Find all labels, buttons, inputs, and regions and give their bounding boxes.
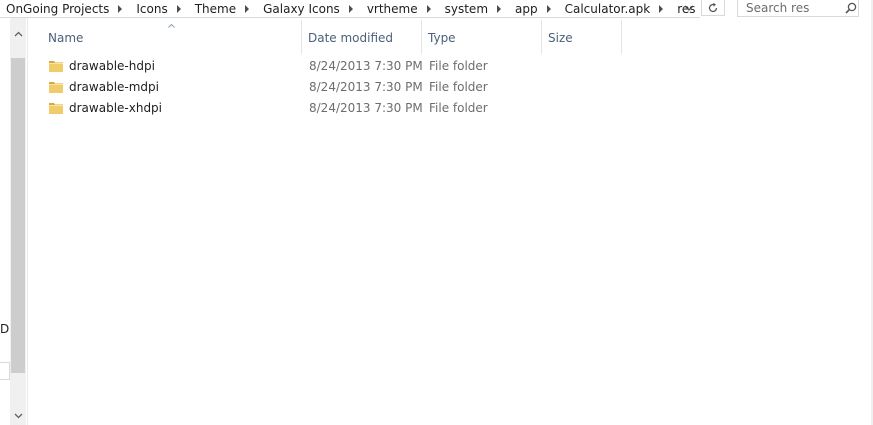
list-item[interactable]: drawable-xhdpi 8/24/2013 7:30 PM File fo… — [46, 98, 626, 119]
navigation-item-fragment[interactable]: D — [0, 322, 9, 336]
search-box[interactable] — [737, 0, 859, 17]
column-header-name[interactable]: Name — [42, 20, 302, 54]
folder-icon — [49, 103, 63, 114]
file-name[interactable]: drawable-hdpi — [69, 59, 155, 73]
breadcrumb-item[interactable]: OnGoing Projects — [0, 2, 109, 16]
breadcrumb-item[interactable]: Calculator.apk — [560, 2, 651, 16]
breadcrumb-item[interactable]: app — [510, 2, 538, 16]
breadcrumb-item[interactable]: Icons — [131, 2, 167, 16]
chevron-down-icon — [684, 5, 694, 11]
breadcrumb-separator-icon[interactable] — [426, 4, 431, 13]
navigation-item-box[interactable] — [0, 362, 10, 380]
list-item[interactable]: drawable-hdpi 8/24/2013 7:30 PM File fol… — [46, 56, 626, 77]
chevron-up-icon — [14, 31, 22, 37]
scrollbar-thumb[interactable] — [11, 58, 25, 373]
breadcrumb-item[interactable]: system — [440, 2, 488, 16]
list-item[interactable]: drawable-mdpi 8/24/2013 7:30 PM File fol… — [46, 77, 626, 98]
file-list: Name Date modified Type Size drawable-hd… — [27, 18, 873, 425]
column-header-size[interactable]: Size — [542, 20, 622, 54]
file-date-modified: 8/24/2013 7:30 PM — [309, 101, 423, 115]
breadcrumb-separator-icon[interactable] — [118, 4, 123, 13]
file-name[interactable]: drawable-mdpi — [69, 80, 159, 94]
refresh-icon — [708, 2, 718, 12]
scroll-up-button[interactable] — [10, 26, 26, 42]
breadcrumb-separator-icon[interactable] — [659, 4, 664, 13]
breadcrumb-separator-icon[interactable] — [348, 4, 353, 13]
address-history-button[interactable] — [680, 0, 698, 16]
file-type: File folder — [429, 101, 488, 115]
breadcrumb-item[interactable]: Galaxy Icons — [258, 2, 340, 16]
chevron-down-icon — [14, 413, 22, 419]
breadcrumb-separator-icon[interactable] — [546, 4, 551, 13]
scroll-down-button[interactable] — [10, 408, 26, 424]
folder-icon — [49, 82, 63, 93]
breadcrumb-separator-icon[interactable] — [245, 4, 250, 13]
file-type: File folder — [429, 59, 488, 73]
breadcrumb[interactable]: OnGoing Projects Icons Theme Galaxy Icon… — [0, 0, 700, 18]
breadcrumb-item[interactable]: Theme — [190, 2, 236, 16]
column-header-type[interactable]: Type — [422, 20, 542, 54]
navigation-scrollbar[interactable] — [10, 18, 26, 425]
folder-icon — [49, 61, 63, 72]
address-bar: OnGoing Projects Icons Theme Galaxy Icon… — [0, 0, 873, 18]
file-date-modified: 8/24/2013 7:30 PM — [309, 59, 423, 73]
search-input[interactable] — [738, 0, 844, 16]
file-name[interactable]: drawable-xhdpi — [69, 101, 162, 115]
search-icon[interactable] — [844, 1, 858, 16]
breadcrumb-separator-icon[interactable] — [497, 4, 502, 13]
refresh-button[interactable] — [701, 0, 725, 16]
file-date-modified: 8/24/2013 7:30 PM — [309, 80, 423, 94]
breadcrumb-separator-icon[interactable] — [176, 4, 181, 13]
column-header-date-modified[interactable]: Date modified — [302, 20, 422, 54]
column-header-row: Name Date modified Type Size — [28, 20, 628, 54]
file-type: File folder — [429, 80, 488, 94]
breadcrumb-item[interactable]: vrtheme — [362, 2, 418, 16]
